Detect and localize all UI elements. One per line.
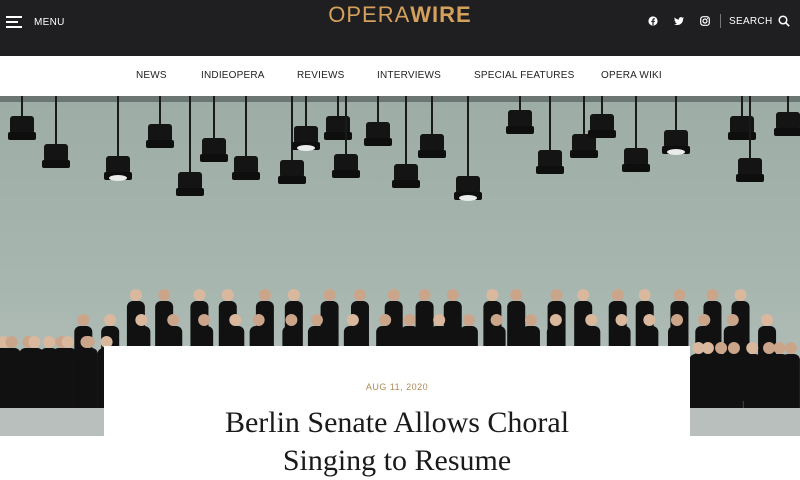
- instagram-icon[interactable]: [692, 13, 718, 29]
- logo-text-wire: WIRE: [410, 2, 472, 27]
- logo-text-opera: OPERA: [328, 2, 411, 27]
- nav-item-news[interactable]: NEWS: [136, 70, 167, 81]
- nav-item-interviews[interactable]: INTERVIEWS: [377, 70, 441, 81]
- social-links: SEARCH: [640, 13, 791, 29]
- nav-item-special-features[interactable]: SPECIAL FEATURES: [474, 70, 574, 81]
- facebook-icon[interactable]: [640, 13, 666, 29]
- article-date: AUG 11, 2020: [365, 382, 429, 392]
- article-card: AUG 11, 2020 Berlin Senate Allows Choral…: [104, 346, 690, 478]
- search-icon[interactable]: [778, 15, 791, 27]
- article-title-line-1: Berlin Senate Allows Choral: [224, 406, 570, 439]
- main-navigation: NEWS INDIEOPERA REVIEWS INTERVIEWS SPECI…: [0, 56, 800, 97]
- header-divider: [720, 14, 721, 28]
- search-label[interactable]: SEARCH: [729, 16, 772, 27]
- twitter-icon[interactable]: [666, 13, 692, 29]
- article-title[interactable]: Berlin Senate Allows Choral Singing to R…: [104, 404, 690, 480]
- article-title-line-2: Singing to Resume: [282, 444, 512, 477]
- top-header-bar: MENU OPERAWIRE SEARCH: [0, 0, 800, 56]
- nav-item-indieopera[interactable]: INDIEOPERA: [201, 70, 265, 81]
- nav-item-opera-wiki[interactable]: OPERA WIKI: [601, 70, 662, 81]
- nav-item-reviews[interactable]: REVIEWS: [297, 70, 345, 81]
